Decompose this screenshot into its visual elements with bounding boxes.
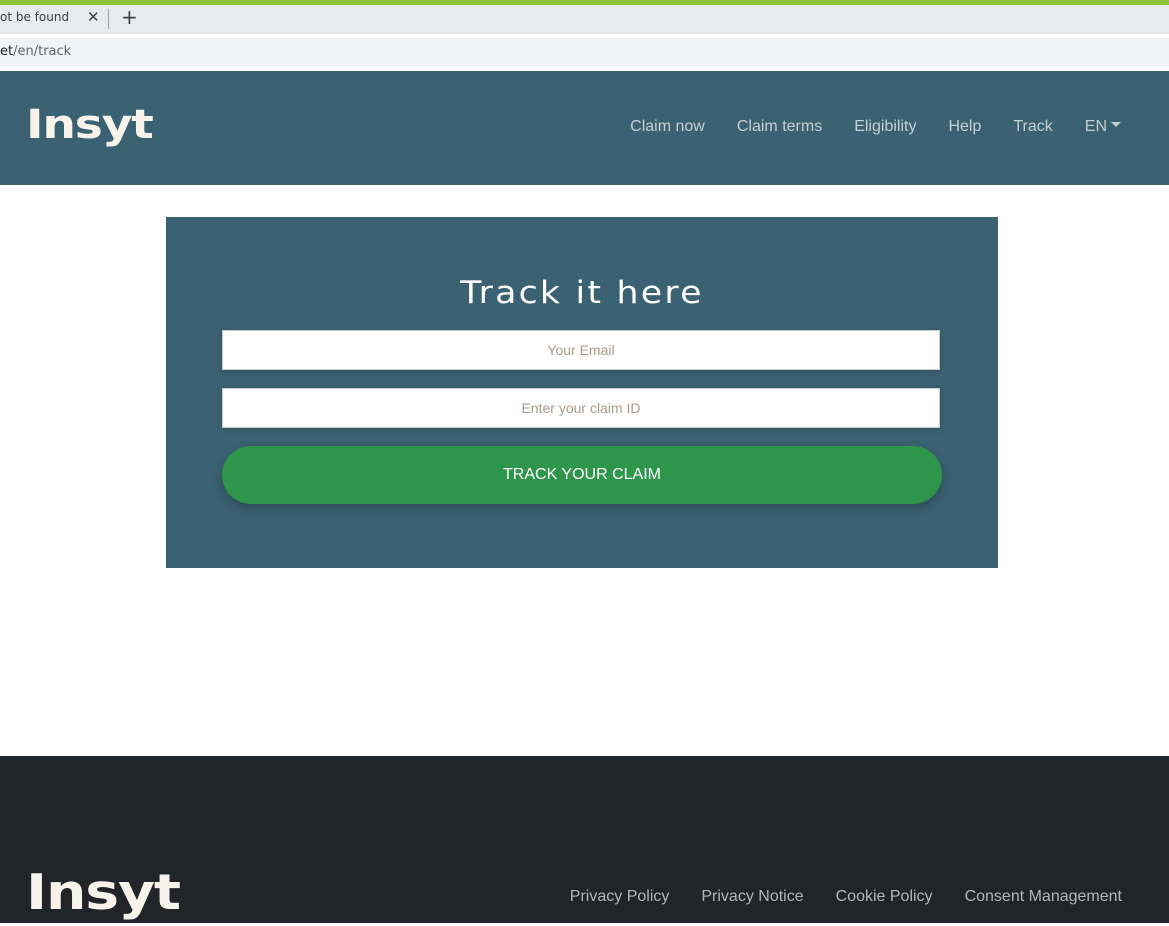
- nav-item-eligibility[interactable]: Eligibility: [854, 118, 916, 136]
- cookie-policy-link[interactable]: Cookie Policy: [836, 888, 933, 906]
- footer-links: Privacy Policy Privacy Notice Cookie Pol…: [538, 888, 1122, 906]
- close-icon[interactable]: ✕: [87, 8, 100, 26]
- main-nav: Claim now Claim terms Eligibility Help T…: [598, 118, 1121, 136]
- language-dropdown[interactable]: EN: [1085, 118, 1121, 136]
- privacy-policy-link[interactable]: Privacy Policy: [570, 888, 670, 906]
- track-title: Track it here: [460, 275, 704, 311]
- caret-down-icon: [1111, 122, 1121, 128]
- url-host: et: [0, 44, 14, 59]
- nav-item-help[interactable]: Help: [948, 118, 981, 136]
- email-field[interactable]: [222, 330, 940, 370]
- url-text: et/en/track: [0, 44, 71, 59]
- nav-item-claim-terms[interactable]: Claim terms: [737, 118, 822, 136]
- tab-divider: [108, 9, 109, 29]
- language-label: EN: [1084, 118, 1107, 135]
- claim-id-field[interactable]: [222, 388, 940, 428]
- consent-management-link[interactable]: Consent Management: [965, 888, 1122, 906]
- site-footer: Insyt Privacy Policy Privacy Notice Cook…: [0, 756, 1169, 923]
- site-header: Insyt Claim now Claim terms Eligibility …: [0, 71, 1169, 185]
- browser-tab[interactable]: ot be found ✕: [0, 5, 108, 34]
- header-logo[interactable]: Insyt: [26, 105, 154, 145]
- privacy-notice-link[interactable]: Privacy Notice: [701, 888, 803, 906]
- new-tab-plus-icon[interactable]: +: [121, 5, 138, 29]
- url-path: /en/track: [13, 44, 72, 59]
- track-claim-button[interactable]: TRACK YOUR CLAIM: [222, 446, 942, 504]
- footer-logo[interactable]: Insyt: [26, 868, 181, 917]
- browser-address-bar: et/en/track: [0, 34, 1169, 71]
- browser-tab-strip: ot be found ✕ +: [0, 5, 1169, 34]
- nav-item-track[interactable]: Track: [1013, 118, 1052, 136]
- url-field[interactable]: et/en/track: [0, 38, 1169, 66]
- track-card: Track it here TRACK YOUR CLAIM: [166, 217, 998, 568]
- tab-title: ot be found: [0, 10, 70, 24]
- nav-item-claim-now[interactable]: Claim now: [630, 118, 705, 136]
